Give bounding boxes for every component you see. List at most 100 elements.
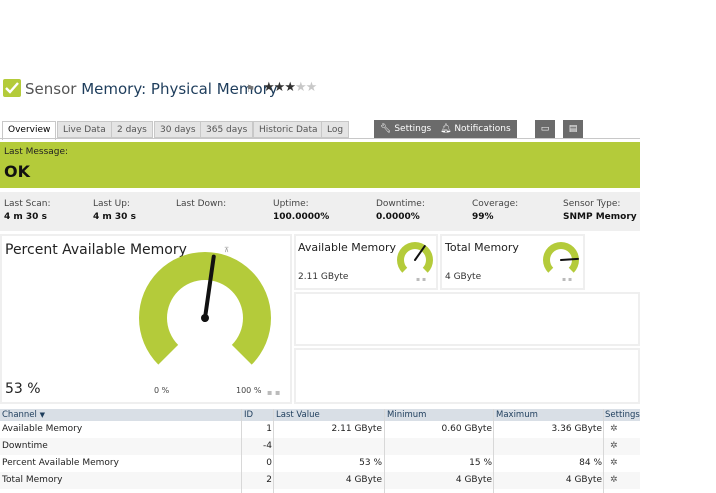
comments-button[interactable]: ▭	[535, 120, 555, 138]
main-gauge	[139, 252, 271, 365]
notifications-button[interactable]: 🔔︎ Notifications	[434, 120, 517, 138]
stat-value-last-up: 4 m 30 s	[93, 212, 136, 222]
gauge-options-icon[interactable]: ▪ ▪	[416, 276, 426, 283]
gear-icon[interactable]: ✲	[610, 438, 618, 455]
column-divider	[273, 409, 274, 493]
cell-channel[interactable]: Available Memory	[2, 421, 82, 438]
main-gauge-min: 0 %	[154, 386, 170, 395]
gear-icon[interactable]: ✲	[610, 472, 618, 489]
available-memory-value: 2.11 GByte	[298, 272, 349, 282]
stats-bar: Last Scan: 4 m 30 s Last Up: 4 m 30 s La…	[0, 192, 640, 231]
priority-rating[interactable]: ★★★★★	[263, 80, 318, 95]
star-icon[interactable]: ★	[306, 80, 318, 95]
cell-last-value: 2.11 GByte	[331, 424, 382, 434]
total-memory-value: 4 GByte	[445, 272, 482, 282]
status-ok-icon	[3, 79, 21, 97]
cell-maximum: 3.36 GByte	[551, 424, 602, 434]
stat-value-coverage: 99%	[472, 212, 494, 222]
main-gauge-value: 53 %	[5, 381, 41, 397]
table-row[interactable]: Total Memory 2 4 GByte 4 GByte 4 GByte ✲	[0, 472, 640, 489]
wrench-icon: 🔧︎	[380, 124, 392, 134]
cell-minimum: 15 %	[469, 458, 492, 468]
stat-value-uptime: 100.0000%	[273, 212, 330, 222]
cell-maximum: 4 GByte	[565, 475, 602, 485]
tab-live-data[interactable]: Live Data	[57, 121, 112, 138]
star-icon[interactable]: ★	[295, 80, 307, 95]
tab-365-days[interactable]: 365 days	[200, 121, 254, 138]
cell-channel[interactable]: Percent Available Memory	[2, 455, 119, 472]
cell-id: 1	[266, 424, 272, 434]
cell-last-value: 53 %	[359, 458, 382, 468]
tab-30-days[interactable]: 30 days	[154, 121, 202, 138]
gear-icon[interactable]: ✲	[610, 421, 618, 438]
last-message-label: Last Message:	[4, 147, 69, 157]
history-button[interactable]: ▤	[563, 120, 583, 138]
column-header-maximum[interactable]: Maximum	[496, 409, 538, 421]
column-header-channel[interactable]: Channel ▼	[2, 409, 45, 421]
table-row[interactable]: Percent Available Memory 0 53 % 15 % 84 …	[0, 455, 640, 472]
stat-label-last-down: Last Down:	[176, 199, 227, 209]
cell-id: 2	[266, 475, 272, 485]
available-memory-gauge	[397, 242, 433, 273]
channel-table-header: Channel ▼ ID Last Value Minimum Maximum …	[0, 409, 640, 421]
settings-label: Settings	[394, 124, 432, 134]
available-memory-title: Available Memory	[298, 241, 397, 254]
column-header-id[interactable]: ID	[244, 409, 253, 421]
main-gauge-hub	[201, 314, 209, 322]
column-header-minimum[interactable]: Minimum	[387, 409, 426, 421]
flag-icon[interactable]: ⚑	[246, 84, 255, 95]
star-icon[interactable]: ★	[274, 80, 286, 95]
tab-log[interactable]: Log	[321, 121, 350, 138]
tab-divider	[0, 138, 640, 139]
star-icon[interactable]: ★	[263, 80, 275, 95]
stat-value-last-scan: 4 m 30 s	[4, 212, 47, 222]
cell-id: 0	[266, 458, 272, 468]
empty-panel	[294, 348, 640, 404]
tab-2-days[interactable]: 2 days	[111, 121, 153, 138]
column-divider	[493, 409, 494, 493]
column-header-settings: Settings	[605, 410, 640, 420]
tab-historic-data[interactable]: Historic Data	[253, 121, 324, 138]
bell-icon: 🔔︎	[440, 124, 452, 134]
total-memory-gauge-needle	[560, 257, 579, 261]
title-prefix: Sensor	[25, 80, 77, 98]
cell-last-value: 4 GByte	[345, 475, 382, 485]
last-message-value: OK	[4, 162, 30, 181]
gauge-options-icon[interactable]: ▪ ▪	[562, 276, 572, 283]
stat-value-sensor-type: SNMP Memory	[563, 212, 637, 222]
stat-label-last-up: Last Up:	[93, 199, 130, 209]
table-row[interactable]: Available Memory 1 2.11 GByte 0.60 GByte…	[0, 421, 640, 438]
table-row[interactable]: Downtime -4 ✲	[0, 438, 640, 455]
empty-panel	[294, 292, 640, 346]
cell-minimum: 0.60 GByte	[441, 424, 492, 434]
column-header-channel-label: Channel	[2, 410, 37, 420]
gauge-marker-icon: ⊼	[224, 246, 230, 254]
column-divider	[603, 409, 604, 493]
column-header-last-value[interactable]: Last Value	[276, 409, 320, 421]
notifications-label: Notifications	[454, 124, 511, 134]
last-message-panel: Last Message: OK	[0, 142, 640, 188]
cell-channel[interactable]: Total Memory	[2, 472, 62, 489]
comment-icon: ▭	[540, 124, 550, 134]
gauge-options-icon[interactable]: ▪ ▪	[267, 388, 280, 397]
column-divider	[241, 409, 242, 493]
stat-label-sensor-type: Sensor Type:	[563, 199, 621, 209]
stat-value-downtime: 0.0000%	[376, 212, 420, 222]
total-memory-title: Total Memory	[445, 241, 519, 254]
available-memory-gauge-arc	[397, 242, 433, 273]
cell-channel[interactable]: Downtime	[2, 438, 48, 455]
total-memory-gauge-arc	[543, 242, 579, 273]
cell-id: -4	[263, 441, 272, 451]
column-divider	[384, 409, 385, 493]
stat-label-coverage: Coverage:	[472, 199, 519, 209]
settings-button[interactable]: 🔧︎ Settings	[374, 120, 438, 138]
document-icon: ▤	[568, 124, 578, 134]
star-icon[interactable]: ★	[284, 80, 296, 95]
gear-icon[interactable]: ✲	[610, 455, 618, 472]
total-memory-gauge	[543, 242, 579, 273]
main-gauge-max: 100 %	[236, 386, 262, 395]
stat-label-last-scan: Last Scan:	[4, 199, 51, 209]
sort-down-icon: ▼	[39, 411, 45, 419]
page-title: Sensor Memory: Physical Memory	[25, 79, 278, 99]
stat-label-uptime: Uptime:	[273, 199, 309, 209]
